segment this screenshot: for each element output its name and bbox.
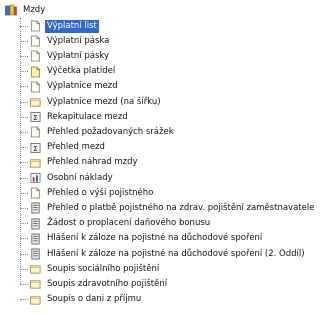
- tree-item[interactable]: Přehled náhrad mzdy: [20, 156, 140, 170]
- tree-item-label: Výplatnice mezd (na šířku): [47, 96, 161, 107]
- tree-item[interactable]: Žádost o proplacení daňového bonusu: [20, 217, 212, 231]
- landscape-document-icon: [30, 296, 41, 305]
- tree-item-label: Přehled mezd: [47, 142, 105, 153]
- tree-connector-branch: [20, 162, 28, 164]
- tree-item-label: Výplatní list: [45, 19, 99, 33]
- landscape-document-icon: [30, 98, 41, 107]
- tree-item-label: Hlášení k záloze na pojistné na důchodov…: [47, 233, 263, 244]
- tree-item-label: Soupis zdravotního pojištění: [47, 278, 168, 289]
- document-icon: [31, 35, 40, 47]
- tree-root-mzdy[interactable]: Mzdy: [4, 3, 47, 17]
- tree-item[interactable]: Výplatnice mezd: [20, 80, 120, 94]
- tree-item[interactable]: Soupis sociálního pojištění: [20, 262, 161, 276]
- tree-item-label: Soupis o dani z příjmu: [47, 294, 142, 305]
- form-icon: [31, 202, 40, 214]
- tree-item-label: Osobní náklady: [47, 172, 113, 183]
- tree-item-label: Přehled požadovaných srážek: [47, 126, 174, 137]
- tree-connector-branch: [20, 25, 28, 27]
- tree-item-label: Výplatní páska: [47, 35, 110, 46]
- tree-connector-branch: [20, 55, 28, 57]
- tree-item-label: Hlášení k záloze na pojistné na důchodov…: [47, 248, 305, 259]
- document-yellow-icon: [31, 66, 40, 78]
- tree-item[interactable]: Výplatní páska: [20, 34, 111, 48]
- summary-report-icon: Σ: [30, 142, 41, 153]
- tree-connector-branch: [20, 192, 28, 194]
- form-icon: [31, 233, 40, 245]
- tree-item-label: Výplatnice mezd: [47, 81, 118, 92]
- tree-item[interactable]: Výplatnice mezd (na šířku): [20, 95, 163, 109]
- landscape-document-icon: [30, 280, 41, 289]
- landscape-document-icon: [30, 159, 41, 168]
- tree-connector-branch: [20, 299, 28, 301]
- tree-connector-branch: [20, 71, 28, 73]
- tree-item-label: Přehled o výši pojistného: [47, 187, 154, 198]
- books-folder-icon: [5, 4, 17, 16]
- tree-item[interactable]: Soupis o dani z příjmu: [20, 293, 143, 307]
- tree-connector-branch: [20, 207, 28, 209]
- tree-item-label: Žádost o proplacení daňového bonusu: [47, 218, 211, 229]
- tree-connector-branch: [20, 40, 28, 42]
- tree-connector-branch: [20, 238, 28, 240]
- tree-item[interactable]: Výplatní pásky: [20, 49, 111, 63]
- tree-connector-branch: [20, 147, 28, 149]
- tree-root-label: Mzdy: [23, 4, 46, 15]
- tree-item-label: Rekapitulace mezd: [47, 111, 128, 122]
- tree-item-label: Přehled o platbě pojistného na zdrav. po…: [47, 202, 315, 213]
- svg-text:Σ: Σ: [33, 143, 38, 152]
- document-icon: [31, 50, 40, 62]
- tree-connector-branch: [20, 253, 28, 255]
- tree-item[interactable]: Osobní náklady: [20, 171, 115, 185]
- tree-connector-branch: [20, 101, 28, 103]
- tree-item-label: Přehled náhrad mzdy: [47, 157, 138, 168]
- tree-connector-branch: [20, 268, 28, 270]
- document-icon: [31, 20, 40, 32]
- tree-connector-branch: [20, 86, 28, 88]
- document-icon: [31, 81, 40, 93]
- tree-item[interactable]: Σ Rekapitulace mezd: [20, 110, 130, 124]
- tree-connector-branch: [20, 116, 28, 118]
- tree-item[interactable]: Soupis zdravotního pojištění: [20, 277, 169, 291]
- costs-chart-icon: [30, 173, 41, 183]
- tree-item[interactable]: Hlášení k záloze na pojistné na důchodov…: [20, 232, 264, 246]
- form-icon: [31, 218, 40, 230]
- svg-text:Σ: Σ: [33, 113, 38, 122]
- tree-item[interactable]: Přehled o platbě pojistného na zdrav. po…: [20, 201, 316, 215]
- document-icon: [31, 187, 40, 199]
- form-icon: [31, 248, 40, 260]
- tree-connector-branch: [20, 223, 28, 225]
- tree-item[interactable]: Výplatní list: [20, 19, 99, 33]
- tree-connector-branch: [20, 283, 28, 285]
- tree-item-label: Výčetka platidel: [47, 66, 116, 77]
- document-icon: [31, 126, 40, 138]
- tree-item[interactable]: Přehled požadovaných srážek: [20, 125, 176, 139]
- tree-connector-branch: [20, 131, 28, 133]
- tree-item[interactable]: Výčetka platidel: [20, 65, 117, 79]
- tree-item-label: Soupis sociálního pojištění: [47, 263, 160, 274]
- tree-connector-branch: [20, 177, 28, 179]
- tree-item[interactable]: Přehled o výši pojistného: [20, 186, 155, 200]
- report-tree: Mzdy Výplatní list Výplatní páska Výplatní…: [0, 0, 326, 314]
- tree-item[interactable]: Σ Přehled mezd: [20, 141, 107, 155]
- landscape-document-icon: [30, 265, 41, 274]
- summary-report-icon: Σ: [30, 112, 41, 123]
- tree-item-label: Výplatní pásky: [47, 50, 110, 61]
- tree-item[interactable]: Hlášení k záloze na pojistné na důchodov…: [20, 247, 307, 261]
